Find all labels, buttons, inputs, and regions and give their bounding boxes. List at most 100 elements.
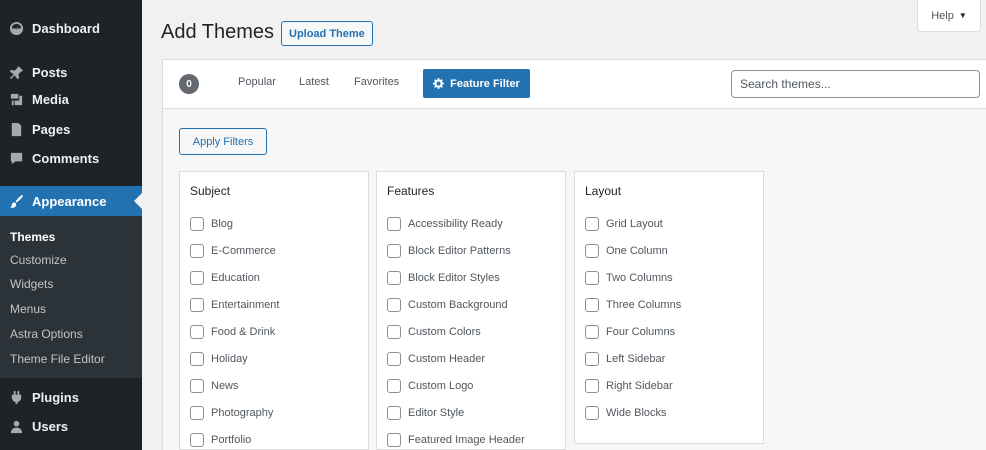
submenu-item-customize[interactable]: Customize bbox=[10, 253, 67, 267]
option-label: Right Sidebar bbox=[606, 380, 673, 392]
filter-option[interactable]: Blog bbox=[190, 216, 233, 232]
submenu-item-astra-options[interactable]: Astra Options bbox=[10, 327, 83, 341]
comment-icon bbox=[8, 150, 24, 166]
checkbox[interactable] bbox=[387, 325, 401, 339]
sidebar-item-comments[interactable]: Comments bbox=[0, 146, 142, 170]
checkbox[interactable] bbox=[190, 352, 204, 366]
option-label: Featured Image Header bbox=[408, 434, 525, 446]
filter-option[interactable]: Grid Layout bbox=[585, 216, 663, 232]
filter-link-latest[interactable]: Latest bbox=[299, 76, 329, 88]
submenu-item-menus[interactable]: Menus bbox=[10, 302, 46, 316]
filter-option[interactable]: Wide Blocks bbox=[585, 405, 667, 421]
filter-group-features: Features Accessibility Ready Block Edito… bbox=[376, 171, 566, 450]
filter-option[interactable]: Portfolio bbox=[190, 432, 251, 448]
media-icon bbox=[8, 91, 24, 107]
submenu-item-widgets[interactable]: Widgets bbox=[10, 277, 53, 291]
users-icon bbox=[8, 418, 24, 434]
filter-option[interactable]: Right Sidebar bbox=[585, 378, 673, 394]
filter-option[interactable]: Holiday bbox=[190, 351, 248, 367]
option-label: Photography bbox=[211, 407, 274, 419]
checkbox[interactable] bbox=[585, 217, 599, 231]
filter-option[interactable]: Custom Colors bbox=[387, 324, 481, 340]
filter-option[interactable]: One Column bbox=[585, 243, 668, 259]
checkbox[interactable] bbox=[585, 379, 599, 393]
filter-option[interactable]: Block Editor Patterns bbox=[387, 243, 511, 259]
filter-option[interactable]: Featured Image Header bbox=[387, 432, 525, 448]
sidebar-item-label: Appearance bbox=[32, 193, 107, 209]
filter-option[interactable]: Accessibility Ready bbox=[387, 216, 503, 232]
caret-down-icon: ▼ bbox=[958, 11, 967, 20]
filter-option[interactable]: E-Commerce bbox=[190, 243, 276, 259]
sidebar-item-users[interactable]: Users bbox=[0, 414, 142, 438]
filter-link-favorites[interactable]: Favorites bbox=[354, 76, 399, 88]
filter-option[interactable]: Custom Logo bbox=[387, 378, 473, 394]
filter-option[interactable]: Two Columns bbox=[585, 270, 673, 286]
checkbox[interactable] bbox=[387, 352, 401, 366]
option-label: Left Sidebar bbox=[606, 353, 666, 365]
search-themes-input[interactable] bbox=[731, 70, 980, 98]
checkbox[interactable] bbox=[387, 433, 401, 447]
option-label: Two Columns bbox=[606, 272, 673, 284]
filter-option[interactable]: Food & Drink bbox=[190, 324, 275, 340]
checkbox[interactable] bbox=[190, 325, 204, 339]
option-label: Entertainment bbox=[211, 299, 280, 311]
checkbox[interactable] bbox=[387, 217, 401, 231]
checkbox[interactable] bbox=[585, 352, 599, 366]
filter-option[interactable]: Left Sidebar bbox=[585, 351, 665, 367]
filter-option[interactable]: Editor Style bbox=[387, 405, 464, 421]
checkbox[interactable] bbox=[387, 244, 401, 258]
checkbox[interactable] bbox=[585, 406, 599, 420]
filter-option[interactable]: Four Columns bbox=[585, 324, 675, 340]
checkbox[interactable] bbox=[190, 298, 204, 312]
option-label: Three Columns bbox=[606, 299, 682, 311]
help-label: Help bbox=[931, 9, 954, 22]
checkbox[interactable] bbox=[387, 406, 401, 420]
checkbox[interactable] bbox=[190, 406, 204, 420]
sidebar-item-label: Comments bbox=[32, 150, 100, 166]
filter-option[interactable]: Entertainment bbox=[190, 297, 279, 313]
checkbox[interactable] bbox=[190, 244, 204, 258]
filter-option[interactable]: Block Editor Styles bbox=[387, 270, 500, 286]
checkbox[interactable] bbox=[387, 379, 401, 393]
submenu-item-theme-file-editor[interactable]: Theme File Editor bbox=[10, 352, 105, 366]
option-label: Wide Blocks bbox=[606, 407, 667, 419]
sidebar-item-appearance[interactable]: Appearance bbox=[0, 186, 142, 216]
sidebar-item-pages[interactable]: Pages bbox=[0, 117, 142, 141]
option-label: Grid Layout bbox=[606, 218, 663, 230]
sidebar-item-dashboard[interactable]: Dashboard bbox=[0, 16, 142, 40]
checkbox[interactable] bbox=[585, 244, 599, 258]
checkbox[interactable] bbox=[190, 379, 204, 393]
feature-filter-button[interactable]: Feature Filter bbox=[423, 69, 530, 98]
apply-filters-button[interactable]: Apply Filters bbox=[179, 128, 267, 155]
checkbox[interactable] bbox=[585, 325, 599, 339]
filter-option[interactable]: News bbox=[190, 378, 239, 394]
checkbox[interactable] bbox=[585, 271, 599, 285]
option-label: Editor Style bbox=[408, 407, 465, 419]
filter-option[interactable]: Custom Header bbox=[387, 351, 485, 367]
filter-option[interactable]: Education bbox=[190, 270, 260, 286]
sidebar-item-media[interactable]: Media bbox=[0, 87, 142, 111]
option-label: Custom Logo bbox=[408, 380, 474, 392]
sidebar-item-posts[interactable]: Posts bbox=[0, 60, 142, 84]
feature-filter-label: Feature Filter bbox=[450, 77, 520, 90]
checkbox[interactable] bbox=[387, 271, 401, 285]
help-tab[interactable]: Help ▼ bbox=[917, 0, 981, 32]
sidebar-item-plugins[interactable]: Plugins bbox=[0, 385, 142, 409]
checkbox[interactable] bbox=[190, 271, 204, 285]
checkbox[interactable] bbox=[387, 298, 401, 312]
filter-link-popular[interactable]: Popular bbox=[238, 76, 276, 88]
upload-theme-button[interactable]: Upload Theme bbox=[281, 21, 373, 46]
sidebar-item-label: Dashboard bbox=[32, 20, 100, 36]
filter-option[interactable]: Custom Background bbox=[387, 297, 508, 313]
submenu-item-themes[interactable]: Themes bbox=[10, 230, 55, 244]
filter-option[interactable]: Three Columns bbox=[585, 297, 681, 313]
checkbox[interactable] bbox=[190, 217, 204, 231]
checkbox[interactable] bbox=[585, 298, 599, 312]
filter-option[interactable]: Photography bbox=[190, 405, 273, 421]
checkbox[interactable] bbox=[190, 433, 204, 447]
plugin-icon bbox=[8, 389, 24, 405]
sidebar-item-label: Plugins bbox=[32, 389, 79, 405]
admin-sidebar: Dashboard Posts Media Pages Comments App… bbox=[0, 0, 142, 450]
option-label: Food & Drink bbox=[211, 326, 276, 338]
paintbrush-icon bbox=[8, 193, 24, 209]
